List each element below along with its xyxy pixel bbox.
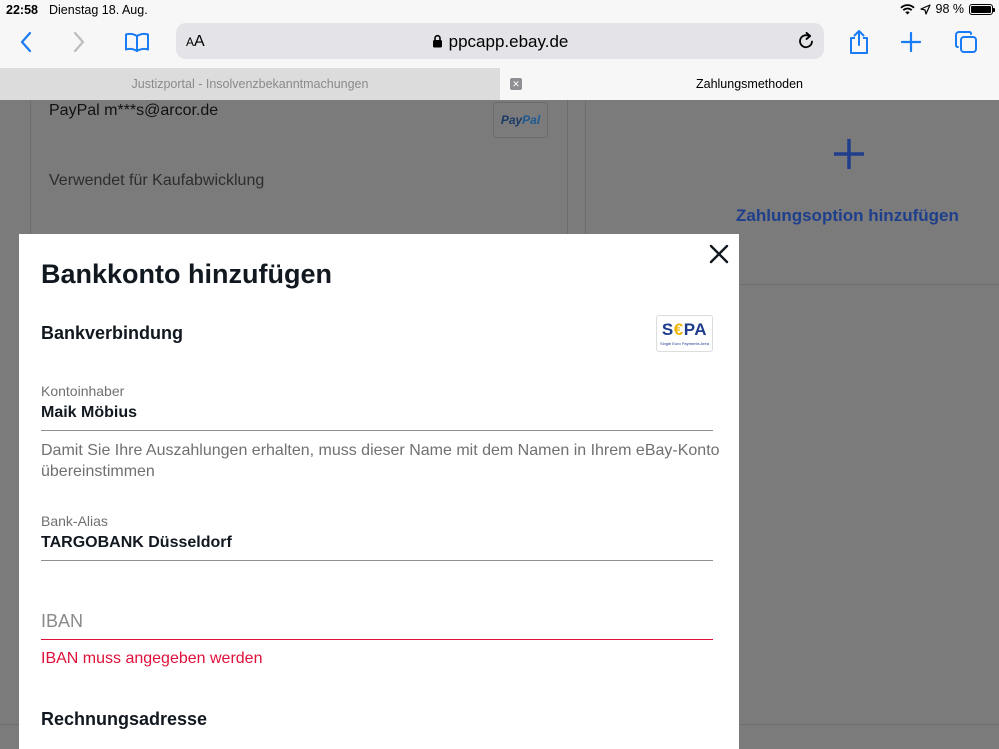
chevron-left-icon: [20, 31, 32, 53]
forward-button[interactable]: [63, 28, 95, 56]
dialog-title: Bankkonto hinzufügen: [41, 259, 332, 289]
bank-alias-label: Bank-Alias: [41, 513, 108, 529]
tab-label: Justizportal - Insolvenzbekanntmachungen: [131, 77, 369, 91]
section-billing-address: Rechnungsadresse: [41, 709, 208, 729]
battery-percent: 98 %: [935, 2, 965, 16]
status-time: 22:58: [6, 3, 38, 17]
sepa-logo: S€PA Single Euro Payments Area: [656, 315, 713, 352]
url-text[interactable]: ppcapp.ebay.de: [176, 32, 824, 52]
bookmarks-button[interactable]: [121, 28, 153, 56]
iban-error-message: IBAN muss angegeben werden: [41, 650, 263, 667]
close-tab-icon[interactable]: ✕: [510, 78, 522, 90]
book-icon: [125, 32, 149, 52]
bank-alias-value[interactable]: TARGOBANK Düsseldorf: [41, 534, 713, 552]
paypal-logo: Pay Pal: [493, 102, 548, 138]
reload-icon[interactable]: [796, 31, 816, 51]
add-bank-account-dialog: Bankkonto hinzufügen Bankverbindung S€PA…: [19, 234, 739, 749]
back-button[interactable]: [10, 28, 42, 56]
account-holder-hint: Damit Sie Ihre Auszahlungen erhalten, mu…: [41, 442, 720, 480]
account-holder-field[interactable]: Kontoinhaber Maik Möbius: [41, 383, 713, 431]
tab-zahlungsmethoden[interactable]: ✕ Zahlungsmethoden: [500, 68, 999, 100]
section-bank-connection: Bankverbindung: [41, 323, 184, 343]
status-date: Dienstag 18. Aug.: [49, 3, 148, 17]
tabs-icon: [955, 31, 977, 53]
account-holder-value[interactable]: Maik Möbius: [41, 404, 713, 422]
address-bar[interactable]: AA ppcapp.ebay.de: [176, 23, 824, 59]
lock-icon: [432, 34, 442, 48]
add-payment-option-link[interactable]: Zahlungsoption hinzufügen: [736, 206, 959, 226]
paypal-account-text: PayPal m***s@arcor.de: [49, 102, 219, 119]
share-button[interactable]: [843, 28, 875, 56]
tab-label: Zahlungsmethoden: [695, 77, 804, 91]
wifi-icon: [899, 4, 915, 15]
chevron-right-icon: [73, 31, 85, 53]
tab-overview-button[interactable]: [950, 28, 982, 56]
iban-input[interactable]: [41, 609, 713, 633]
close-icon[interactable]: [707, 242, 731, 266]
status-bar: 22:58 Dienstag 18. Aug. 98 %: [0, 0, 999, 20]
used-for-text: Verwendet für Kaufabwicklung: [49, 172, 265, 189]
battery-icon: [969, 3, 995, 15]
browser-toolbar: AA ppcapp.ebay.de: [0, 20, 999, 68]
bank-alias-field[interactable]: Bank-Alias TARGOBANK Düsseldorf: [41, 513, 713, 561]
tab-justizportal[interactable]: Justizportal - Insolvenzbekanntmachungen: [0, 68, 500, 100]
new-tab-button[interactable]: [895, 28, 927, 56]
location-icon: [919, 3, 931, 15]
add-plus-icon[interactable]: [832, 137, 866, 171]
iban-field[interactable]: [41, 609, 713, 640]
status-right: 98 %: [899, 2, 995, 16]
account-holder-label: Kontoinhaber: [41, 383, 125, 399]
tab-bar: Justizportal - Insolvenzbekanntmachungen…: [0, 68, 999, 100]
share-icon: [850, 30, 868, 54]
plus-icon: [901, 32, 921, 52]
